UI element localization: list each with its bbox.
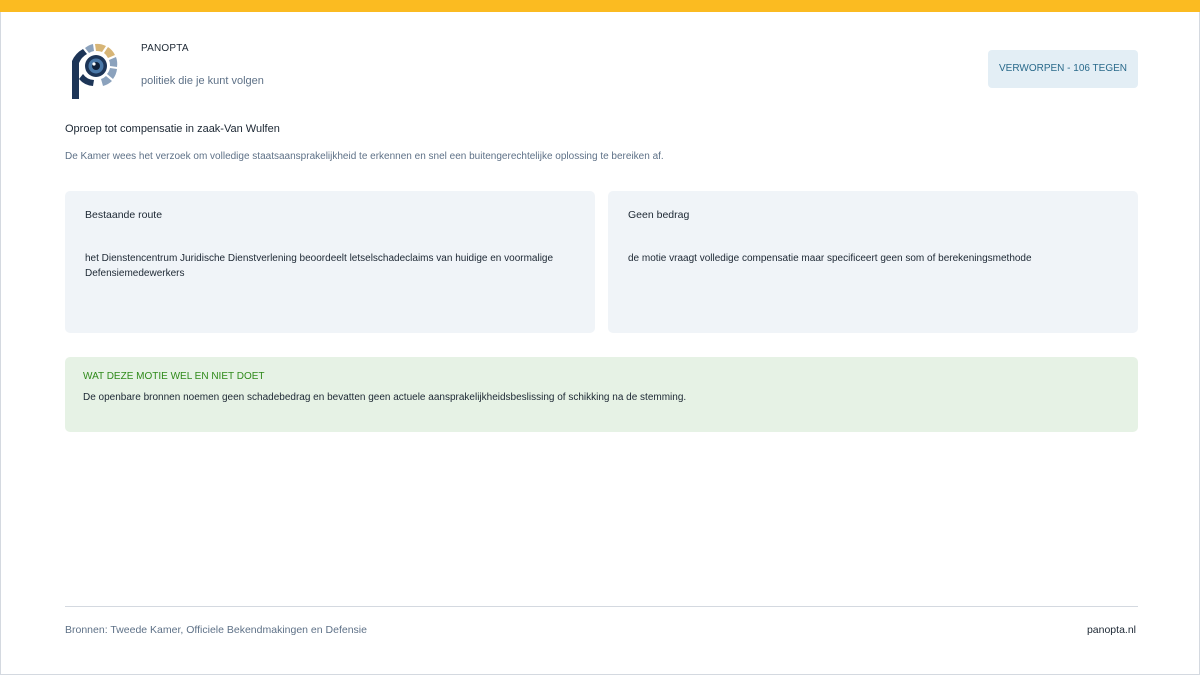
info-panel-existing-route: Bestaande route het Dienstencentrum Juri… [65, 191, 595, 333]
motion-title: Oproep tot compensatie in zaak-Van Wulfe… [65, 123, 280, 135]
footer-divider [65, 606, 1138, 607]
motion-summary: De Kamer wees het verzoek om volledige s… [65, 151, 664, 162]
panopta-eye-logo-icon [72, 43, 118, 99]
motion-scope-note: WAT DEZE MOTIE WEL EN NIET DOET De openb… [65, 357, 1138, 432]
panel-heading: Bestaande route [85, 209, 163, 221]
panel-heading: Geen bedrag [628, 209, 690, 221]
brand-name: PANOPTA [141, 43, 189, 54]
info-panel-no-amount: Geen bedrag de motie vraagt volledige co… [608, 191, 1138, 333]
accent-bar [0, 0, 1200, 12]
brand-tagline: politiek die je kunt volgen [141, 75, 264, 87]
note-heading: WAT DEZE MOTIE WEL EN NIET DOET [83, 371, 265, 382]
footer-sources: Bronnen: Tweede Kamer, Officiele Bekendm… [65, 624, 367, 636]
share-card: PANOPTA politiek die je kunt volgen VERW… [0, 0, 1200, 675]
note-body: De openbare bronnen noemen geen schadebe… [83, 392, 687, 403]
footer-site-link[interactable]: panopta.nl [1087, 624, 1136, 636]
panel-body: het Dienstencentrum Juridische Dienstver… [85, 253, 554, 279]
panel-body: de motie vraagt volledige compensatie ma… [628, 253, 1032, 264]
vote-result-badge: VERWORPEN - 106 TEGEN [988, 50, 1138, 88]
